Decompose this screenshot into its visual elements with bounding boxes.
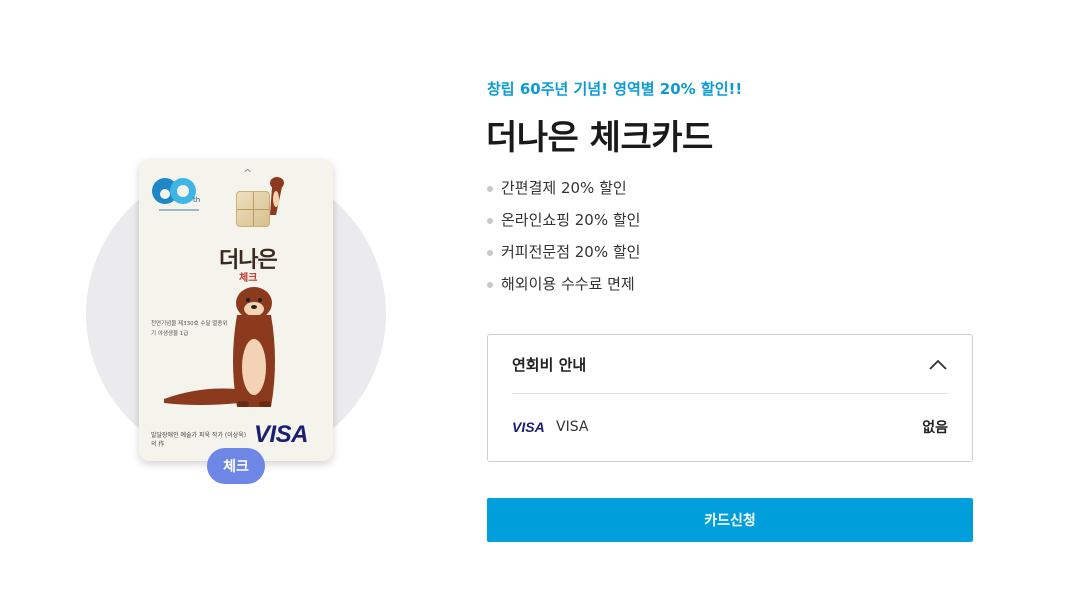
promo-text: 창립 60주년 기념! 영역별 20% 할인!!	[487, 80, 743, 98]
annual-fee-brand: VISA	[556, 419, 589, 435]
annual-fee-heading: 연회비 안내	[512, 356, 587, 374]
annual-fee-value: 없음	[922, 420, 948, 436]
visa-logo-small: VISA	[512, 419, 545, 435]
benefit-item: 커피전문점 20% 할인	[487, 241, 640, 273]
small-otter-illustration	[270, 177, 284, 215]
chevron-up-icon	[929, 360, 947, 370]
card-image: th ^ 더나은 체크 천연기념물 제330호 수달 멸종위기 야생생물 1급 …	[139, 159, 333, 461]
card-artist-credit: 발달장애인 예술가 피욱 작가 (이상욱)의 作	[151, 432, 247, 448]
page-title: 더나은 체크카드	[486, 118, 713, 158]
annual-fee-row: VISA VISA 없음	[512, 417, 948, 437]
svg-text:th: th	[193, 196, 200, 204]
benefit-item: 해외이용 수수료 면제	[487, 273, 640, 305]
benefit-list: 간편결제 20% 할인 온라인쇼핑 20% 할인 커피전문점 20% 할인 해외…	[487, 177, 640, 305]
anniversary-60th-logo: th	[152, 178, 200, 211]
annual-fee-toggle[interactable]	[924, 351, 952, 379]
annual-fee-divider	[512, 393, 948, 394]
annual-fee-panel: 연회비 안내 VISA VISA 없음	[487, 334, 973, 462]
apply-card-button[interactable]: 카드신청	[487, 498, 973, 542]
card-species-text: 천연기념물 제330호 수달 멸종위기 야생생물 1급	[151, 321, 228, 337]
card-type-badge: 체크	[207, 448, 265, 484]
benefit-item: 간편결제 20% 할인	[487, 177, 640, 209]
otter-illustration	[164, 287, 275, 407]
visa-logo: VISA	[254, 421, 309, 448]
benefit-item: 온라인쇼핑 20% 할인	[487, 209, 640, 241]
card-caret-mark: ^	[243, 167, 253, 180]
